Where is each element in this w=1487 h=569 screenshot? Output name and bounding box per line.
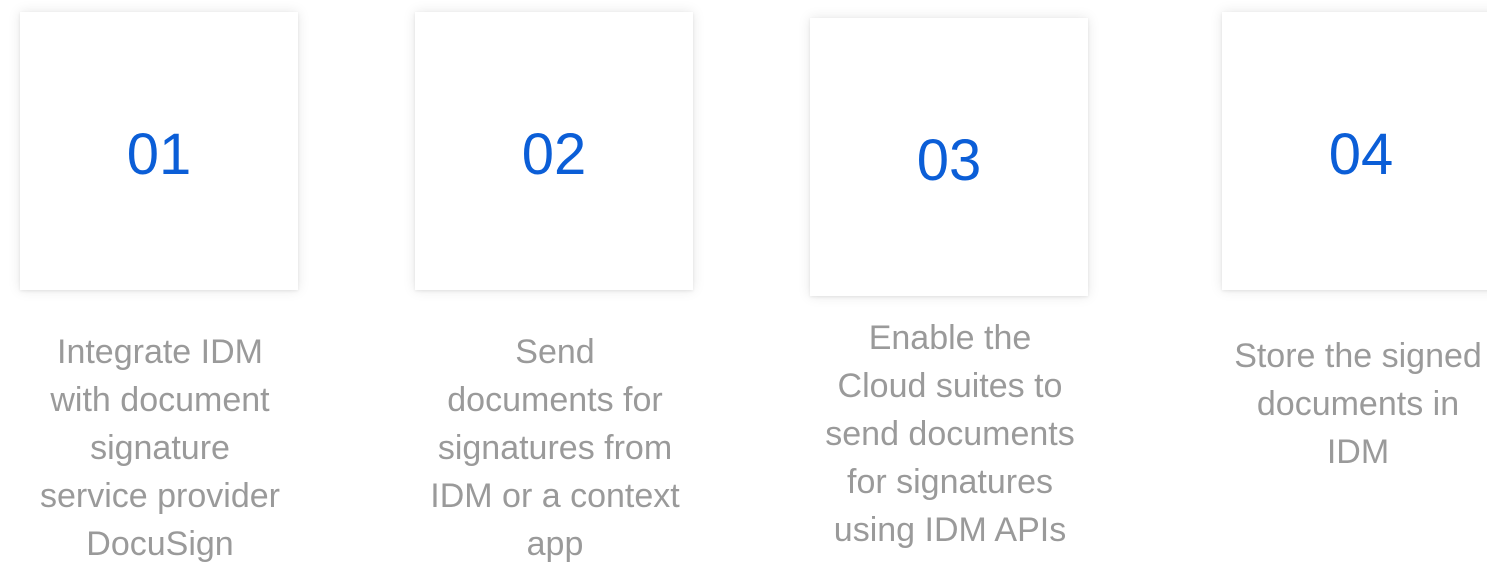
step-card-04: 04: [1222, 12, 1487, 290]
step-number: 03: [916, 128, 982, 193]
step-description: Store the signed documents in IDM: [1234, 337, 1482, 471]
step-description: Integrate IDM with document signature se…: [40, 333, 280, 563]
steps-panel: 01 Integrate IDM with document signature…: [0, 0, 1487, 569]
step-description: Send documents for signatures from IDM o…: [430, 333, 680, 563]
step-number: 04: [1328, 122, 1394, 187]
step-card-01: 01: [20, 12, 298, 290]
step-number: 01: [126, 122, 192, 187]
step-description: Enable the Cloud suites to send document…: [825, 319, 1075, 549]
step-card-02: 02: [415, 12, 693, 290]
step-card-03: 03: [810, 18, 1088, 296]
step-number: 02: [521, 122, 587, 187]
